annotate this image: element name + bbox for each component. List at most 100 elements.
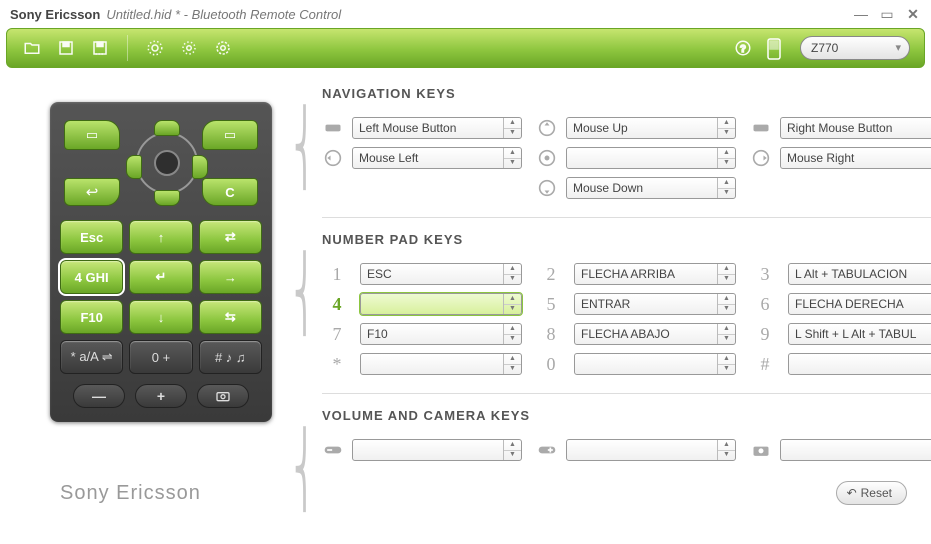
vol-minus-icon: [322, 441, 344, 459]
num-hash-combo[interactable]: ▲▼: [788, 353, 931, 375]
footer-brand: Sony Ericsson: [60, 482, 201, 505]
num-label-7: 7: [322, 324, 352, 345]
remote-dpad-center[interactable]: [154, 150, 180, 176]
remote-vol-plus[interactable]: +: [135, 384, 187, 408]
navigation-title: NAVIGATION KEYS: [322, 86, 931, 101]
remote-key-9[interactable]: ⇆: [199, 300, 262, 334]
vol-minus-combo[interactable]: ▲▼: [352, 439, 522, 461]
footer: Sony Ericsson ↶ Reset: [0, 475, 931, 515]
num-7-combo[interactable]: F10▲▼: [360, 323, 522, 345]
titlebar-filename: Untitled.hid * - Bluetooth Remote Contro…: [106, 7, 341, 22]
brace-icon: ⎨: [293, 434, 316, 506]
dpad-up-icon: [536, 119, 558, 137]
num-label-star: *: [322, 354, 352, 375]
brace-icon: ⎨: [293, 112, 316, 184]
device-selector[interactable]: Z770: [800, 36, 910, 60]
num-label-1: 1: [322, 264, 352, 285]
remote-key-2[interactable]: ↑: [129, 220, 192, 254]
remote-key-1[interactable]: Esc: [60, 220, 123, 254]
remote-key-0[interactable]: 0 +: [129, 340, 192, 374]
dpad-down-icon: [536, 179, 558, 197]
remote-dpad-left[interactable]: [126, 155, 142, 179]
gear3-icon[interactable]: [212, 37, 234, 59]
num-5-combo[interactable]: ENTRAR▲▼: [574, 293, 736, 315]
remote-key-6[interactable]: →: [199, 260, 262, 294]
dpad-left-icon: [322, 149, 344, 167]
vol-plus-combo[interactable]: ▲▼: [566, 439, 736, 461]
num-0-combo[interactable]: ▲▼: [574, 353, 736, 375]
svg-text:?: ?: [740, 44, 746, 55]
dpad-center-icon: [536, 149, 558, 167]
remote-key-4[interactable]: 4 GHI: [60, 260, 123, 294]
remote-key-5[interactable]: ↵: [129, 260, 192, 294]
remote-vol-minus[interactable]: —: [73, 384, 125, 408]
remote-camera[interactable]: [197, 384, 249, 408]
num-9-combo[interactable]: L Shift + L Alt + TABUL▲▼: [788, 323, 931, 345]
remote-back-key[interactable]: ↩: [64, 178, 120, 206]
nav-left-combo[interactable]: Mouse Left▲▼: [352, 147, 522, 169]
section-volume-camera: ⎨ VOLUME AND CAMERA KEYS ▲▼ ▲▼ ▲▼: [322, 408, 931, 465]
reset-button[interactable]: ↶ Reset: [836, 481, 907, 505]
num-2-combo[interactable]: FLECHA ARRIBA▲▼: [574, 263, 736, 285]
vol-plus-icon: [536, 441, 558, 459]
undo-icon: ↶: [847, 486, 857, 500]
num-label-5: 5: [536, 294, 566, 315]
remote-dpad-up[interactable]: [154, 120, 180, 136]
numpad-title: NUMBER PAD KEYS: [322, 232, 931, 247]
brace-icon: ⎨: [293, 258, 316, 330]
nav-left-soft-combo[interactable]: Left Mouse Button▲▼: [352, 117, 522, 139]
num-label-0: 0: [536, 354, 566, 375]
remote-preview: ▭ ▭ ↩ C Esc ↑ ⇄ 4 GHI ↵ →: [50, 102, 272, 422]
softkey-right-icon: [750, 119, 772, 137]
save-icon[interactable]: [55, 37, 77, 59]
toolbar: ? Z770: [6, 28, 925, 68]
nav-down-combo[interactable]: Mouse Down▲▼: [566, 177, 736, 199]
nav-up-combo[interactable]: Mouse Up▲▼: [566, 117, 736, 139]
camera-icon: [750, 441, 772, 459]
nav-center-combo[interactable]: ▲▼: [566, 147, 736, 169]
remote-key-7[interactable]: F10: [60, 300, 123, 334]
section-numpad: ⎨ NUMBER PAD KEYS 1ESC▲▼ 2FLECHA ARRIBA▲…: [322, 232, 931, 379]
dpad-right-icon: [750, 149, 772, 167]
remote-key-hash[interactable]: # ♪ ♫: [199, 340, 262, 374]
num-label-2: 2: [536, 264, 566, 285]
close-button[interactable]: ✕: [905, 6, 921, 22]
open-icon[interactable]: [21, 37, 43, 59]
num-1-combo[interactable]: ESC▲▼: [360, 263, 522, 285]
phone-icon: [766, 37, 782, 59]
num-label-3: 3: [750, 264, 780, 285]
num-label-8: 8: [536, 324, 566, 345]
titlebar-brand: Sony Ericsson: [10, 7, 100, 22]
nav-right-combo[interactable]: Mouse Right▲▼: [780, 147, 931, 169]
num-8-combo[interactable]: FLECHA ABAJO▲▼: [574, 323, 736, 345]
gear1-icon[interactable]: [144, 37, 166, 59]
nav-right-soft-combo[interactable]: Right Mouse Button▲▼: [780, 117, 931, 139]
camera-combo[interactable]: ▲▼: [780, 439, 931, 461]
num-label-9: 9: [750, 324, 780, 345]
remote-key-3[interactable]: ⇄: [199, 220, 262, 254]
save-as-icon[interactable]: [89, 37, 111, 59]
minimize-button[interactable]: —: [853, 6, 869, 22]
num-star-combo[interactable]: ▲▼: [360, 353, 522, 375]
reset-label: Reset: [861, 486, 892, 500]
gear2-icon[interactable]: [178, 37, 200, 59]
titlebar: Sony Ericsson Untitled.hid * - Bluetooth…: [0, 0, 931, 28]
remote-dpad-down[interactable]: [154, 190, 180, 206]
num-4-combo[interactable]: ▲▼: [360, 293, 522, 315]
num-label-hash: #: [750, 354, 780, 375]
section-navigation: ⎨ NAVIGATION KEYS Left Mouse Button▲▼ Mo…: [322, 86, 931, 203]
remote-dpad: [122, 118, 212, 208]
help-icon[interactable]: ?: [732, 37, 754, 59]
volcam-title: VOLUME AND CAMERA KEYS: [322, 408, 931, 423]
num-3-combo[interactable]: L Alt + TABULACION▲▼: [788, 263, 931, 285]
remote-key-8[interactable]: ↓: [129, 300, 192, 334]
softkey-left-icon: [322, 119, 344, 137]
remote-key-star[interactable]: * a/A ⇌: [60, 340, 123, 374]
remote-softkey-left[interactable]: ▭: [64, 120, 120, 150]
num-label-6: 6: [750, 294, 780, 315]
remote-dpad-right[interactable]: [192, 155, 208, 179]
maximize-button[interactable]: ▭: [879, 6, 895, 22]
num-6-combo[interactable]: FLECHA DERECHA▲▼: [788, 293, 931, 315]
num-label-4: 4: [322, 294, 352, 315]
device-selector-label: Z770: [811, 41, 838, 55]
